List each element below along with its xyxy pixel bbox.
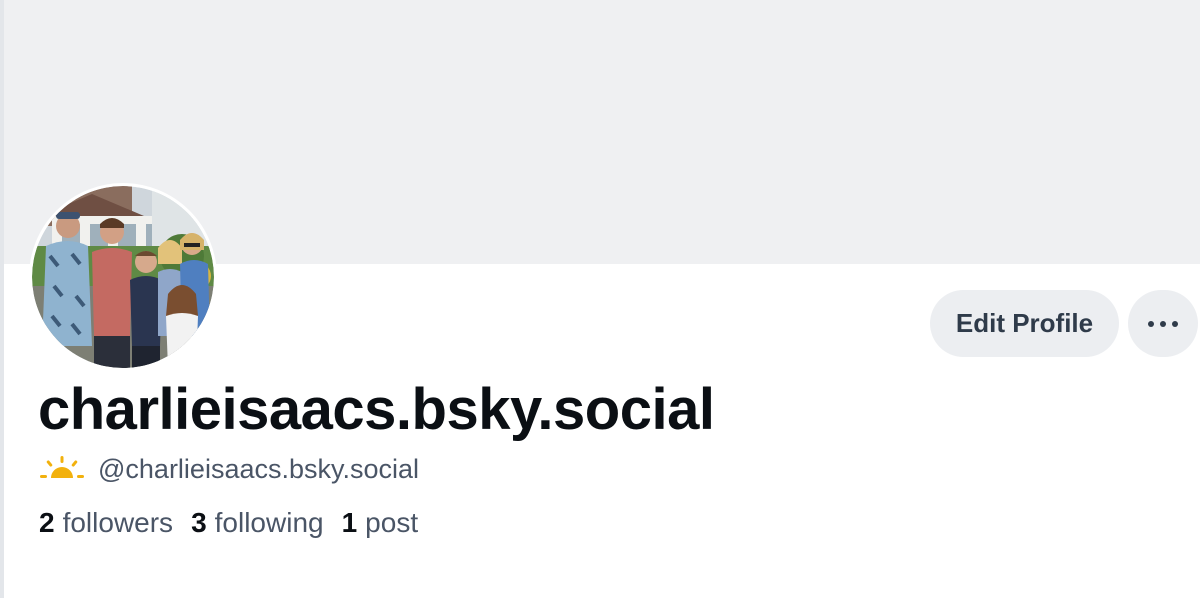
handle: @charlieisaacs.bsky.social xyxy=(98,453,420,484)
ellipsis-icon xyxy=(1145,320,1181,327)
followers-link[interactable]: 2 followers xyxy=(39,507,173,539)
posts-stat: 1 post xyxy=(342,507,419,539)
followers-label: followers xyxy=(62,507,174,538)
more-options-button[interactable] xyxy=(1128,290,1198,357)
sunrise-icon xyxy=(40,456,84,478)
profile-stats: 2 followers 3 following 1 post xyxy=(39,507,436,539)
posts-count: 1 xyxy=(341,507,358,538)
following-count: 3 xyxy=(191,507,207,538)
following-label: following xyxy=(214,507,324,538)
following-link[interactable]: 3 following xyxy=(191,507,324,539)
posts-label: post xyxy=(365,507,419,538)
followers-count: 2 xyxy=(39,507,55,538)
avatar[interactable] xyxy=(29,183,217,371)
display-name: charlieisaacs.bsky.social xyxy=(38,377,715,442)
edit-profile-button[interactable]: Edit Profile xyxy=(930,290,1119,357)
family-photo-avatar xyxy=(32,186,214,368)
handle-row: @charlieisaacs.bsky.social xyxy=(40,452,419,486)
